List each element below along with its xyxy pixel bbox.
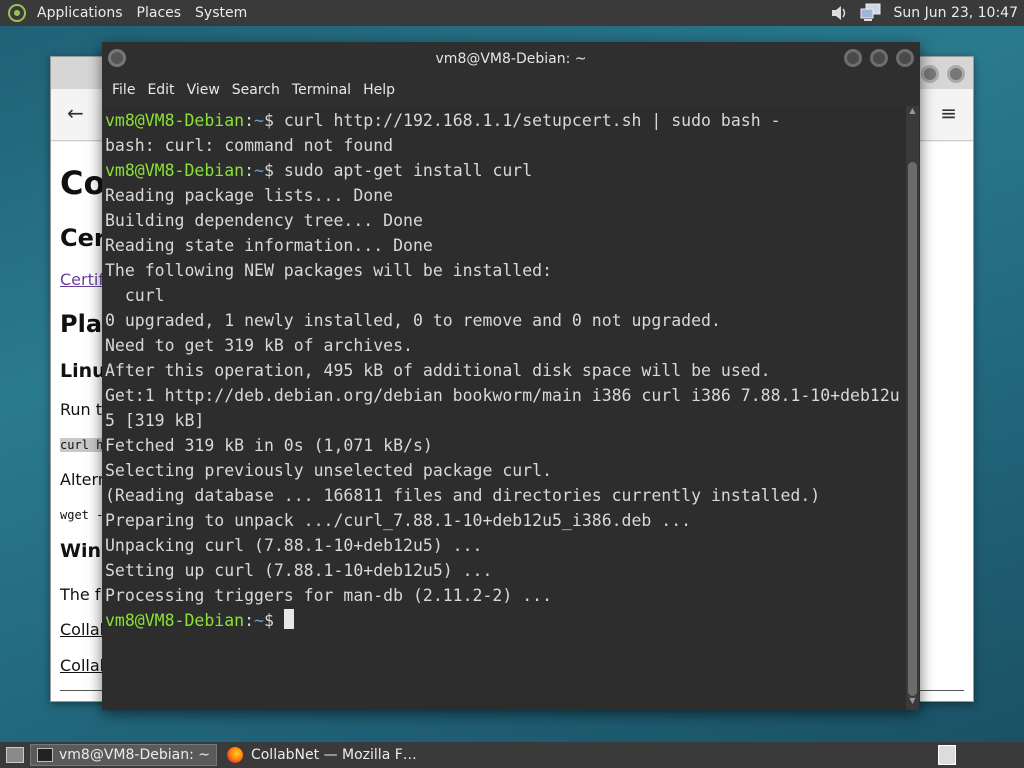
workspace-switcher[interactable] [938,745,956,765]
network-icon[interactable] [860,3,882,23]
top-panel: Applications Places System Sun Jun 23, 1… [0,0,1024,26]
maximize-button[interactable] [870,49,888,67]
menu-applications[interactable]: Applications [30,0,130,26]
prompt-symbol: $ [263,611,284,630]
page-heading: Co [60,164,106,202]
minimize-button[interactable] [844,49,862,67]
prompt-user: vm8@VM8-Debian [105,611,245,630]
scrollbar-thumb[interactable] [908,162,917,696]
minimize-button[interactable] [921,65,939,83]
output-line: Fetched 319 kB in 0s (1,071 kB/s) [105,436,433,455]
prompt-symbol: $ [263,161,284,180]
prompt-separator: : [244,111,255,130]
terminal-output[interactable]: vm8@VM8-Debian:~$ curl http://192.168.1.… [103,106,907,710]
output-line: Unpacking curl (7.88.1-10+deb12u5) ... [105,536,483,555]
prompt-user: vm8@VM8-Debian [105,111,245,130]
output-line: Building dependency tree... Done [105,211,423,230]
firefox-icon [226,747,243,763]
terminal-icon [37,748,53,762]
output-line: After this operation, 495 kB of addition… [105,361,771,380]
curl-code: curl h [60,438,104,452]
scroll-up-arrow-icon[interactable]: ▲ [906,106,919,120]
run-text: Run t [60,400,103,419]
taskbar-item-label: CollabNet — Mozilla F… [250,747,417,763]
prompt-user: vm8@VM8-Debian [105,161,245,180]
output-line: The following NEW packages will be insta… [105,261,553,280]
current-prompt-line: vm8@VM8-Debian:~$ [105,608,905,633]
output-line: (Reading database ... 166811 files and d… [105,486,821,505]
taskbar-item-firefox[interactable]: CollabNet — Mozilla F… [221,744,423,766]
text-cursor[interactable] [283,609,294,629]
wget-code: wget - [60,508,104,522]
volume-icon[interactable] [828,3,850,23]
output-line: Need to get 319 kB of archives. [105,336,413,355]
gnome-foot-icon[interactable] [8,4,26,22]
taskbar-item-terminal[interactable]: vm8@VM8-Debian: ~ [30,744,217,766]
menu-system[interactable]: System [188,0,254,26]
menu-file[interactable]: File [106,82,141,98]
taskbar-item-label: vm8@VM8-Debian: ~ [59,747,210,763]
menu-help[interactable]: Help [357,82,401,98]
clock[interactable]: Sun Jun 23, 10:47 [892,0,1024,26]
prompt-separator: : [244,161,255,180]
cert-link[interactable]: Certif [60,270,104,289]
output-line: 5 [319 kB] [105,411,205,430]
menu-terminal[interactable]: Terminal [286,82,357,98]
windows-heading: Win [60,540,101,562]
output-line: 0 upgraded, 1 newly installed, 0 to remo… [105,311,721,330]
bottom-panel: vm8@VM8-Debian: ~ CollabNet — Mozilla F… [0,742,1024,768]
section-heading: Cer [60,224,106,252]
output-line: Reading package lists... Done [105,186,394,205]
menu-places[interactable]: Places [130,0,189,26]
terminal-scrollbar[interactable]: ▲ ▼ [906,106,919,710]
output-line: Setting up curl (7.88.1-10+deb12u5) ... [105,561,493,580]
menu-search[interactable]: Search [226,82,286,98]
following-text: The f [60,585,101,604]
output-line: bash: curl: command not found [105,136,394,155]
terminal-title: vm8@VM8-Debian: ~ [435,51,587,67]
output-line: Processing triggers for man-db (2.11.2-2… [105,586,553,605]
scroll-down-arrow-icon[interactable]: ▼ [906,696,919,710]
alternative-text: Altern [60,470,108,489]
back-arrow-icon[interactable]: ← [67,101,84,125]
menu-edit[interactable]: Edit [141,82,180,98]
command-text: sudo apt-get install curl [283,161,533,180]
prompt-path: ~ [254,111,264,130]
command-text: curl http://192.168.1.1/setupcert.sh | s… [283,111,781,130]
linux-heading: Linu [60,360,106,382]
command-line-1: vm8@VM8-Debian:~$ curl http://192.168.1.… [105,108,905,133]
menu-view[interactable]: View [181,82,226,98]
maximize-button[interactable] [947,65,965,83]
panel-tray: Sun Jun 23, 10:47 [828,0,1024,26]
command-line-2: vm8@VM8-Debian:~$ sudo apt-get install c… [105,158,905,183]
terminal-titlebar[interactable]: vm8@VM8-Debian: ~ [102,42,920,76]
output-line: Preparing to unpack .../curl_7.88.1-10+d… [105,511,692,530]
hamburger-menu-icon[interactable]: ≡ [940,101,957,125]
output-line: Reading state information... Done [105,236,433,255]
output-line: Get:1 http://deb.debian.org/debian bookw… [105,386,900,405]
platform-heading: Pla [60,310,103,338]
output-line: Selecting previously unselected package … [105,461,553,480]
prompt-separator: : [244,611,255,630]
close-button[interactable] [896,49,914,67]
terminal-window[interactable]: vm8@VM8-Debian: ~ File Edit View Search … [102,42,920,710]
show-desktop-icon[interactable] [6,747,24,763]
prompt-symbol: $ [263,111,284,130]
prompt-path: ~ [254,161,264,180]
terminal-menubar: File Edit View Search Terminal Help [102,76,920,104]
prompt-path: ~ [254,611,264,630]
output-line: curl [105,286,165,305]
